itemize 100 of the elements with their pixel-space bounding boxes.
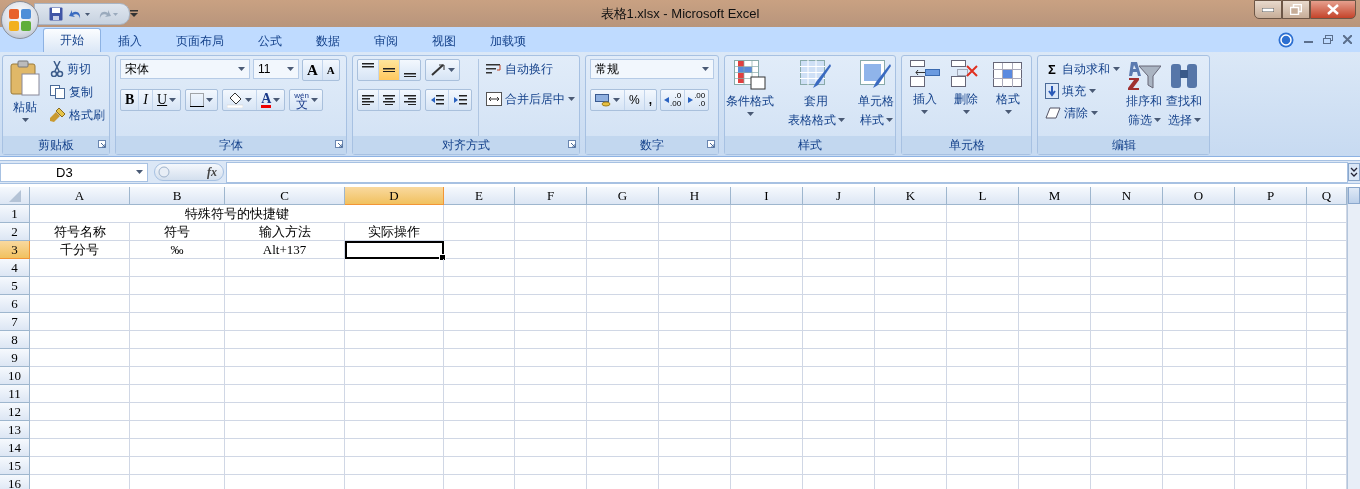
column-header[interactable]: D (345, 187, 444, 205)
dialog-launcher-icon[interactable] (707, 140, 715, 148)
font-size-dropdown[interactable]: 11 (253, 59, 299, 79)
clipboard-command[interactable]: 剪切 (47, 59, 108, 79)
dialog-launcher-icon[interactable] (335, 140, 343, 148)
ribbon-tab[interactable]: 审阅 (357, 30, 415, 52)
column-header[interactable]: O (1163, 187, 1235, 205)
scissors-icon (50, 61, 64, 77)
column-header[interactable]: C (225, 187, 345, 205)
expand-formula-bar-icon[interactable] (1348, 163, 1360, 181)
editing-button[interactable]: 查找和 选择 (1165, 59, 1203, 136)
ribbon-tab[interactable]: 插入 (101, 30, 159, 52)
row-header[interactable]: 11 (0, 385, 30, 403)
dropdown-caret-icon (287, 67, 294, 71)
merge-center-button[interactable]: 合并后居中 (483, 89, 578, 109)
editing-command[interactable]: 填充 (1042, 81, 1123, 101)
styles-button[interactable]: 条件格式 (726, 59, 774, 136)
editing-button[interactable]: 排序和 筛选 (1125, 59, 1163, 136)
restore-button[interactable] (1282, 0, 1310, 19)
row-header[interactable]: 2 (0, 223, 30, 241)
column-header[interactable]: M (1019, 187, 1091, 205)
shrink-font-button[interactable]: A (322, 60, 339, 80)
comma-style-button[interactable]: , (644, 90, 656, 110)
column-header[interactable]: G (587, 187, 659, 205)
row-header[interactable]: 8 (0, 331, 30, 349)
cells-button[interactable]: 插入 (906, 59, 943, 136)
number-format-dropdown[interactable]: 常规 (590, 59, 714, 79)
column-header[interactable]: N (1091, 187, 1163, 205)
close-icon[interactable] (1343, 35, 1352, 44)
editing-command[interactable]: 清除 (1042, 103, 1123, 123)
customize-toolbar-icon[interactable] (130, 9, 138, 18)
column-header[interactable]: B (130, 187, 225, 205)
column-header[interactable]: E (444, 187, 515, 205)
phonetic-button[interactable]: wén 文 (290, 90, 322, 110)
minimize-button[interactable] (1254, 0, 1282, 19)
restore-icon[interactable] (1323, 35, 1333, 44)
row-header[interactable]: 10 (0, 367, 30, 385)
title-cell: 特殊符号的快捷键 (30, 205, 444, 223)
font-name-dropdown[interactable]: 宋体 (120, 59, 250, 79)
row-header[interactable]: 6 (0, 295, 30, 313)
column-header[interactable]: J (803, 187, 875, 205)
column-header[interactable]: H (659, 187, 731, 205)
italic-button[interactable]: I (139, 90, 153, 110)
clipboard-command[interactable]: 格式刷 (47, 105, 108, 125)
column-header[interactable]: A (30, 187, 130, 205)
ribbon-tab[interactable]: 数据 (299, 30, 357, 52)
select-all-icon (8, 189, 21, 202)
column-header[interactable]: P (1235, 187, 1307, 205)
table-brush-icon (800, 60, 832, 90)
grow-font-button[interactable]: A (303, 60, 323, 80)
ribbon-tab[interactable]: 加载项 (473, 30, 543, 52)
vertical-scrollbar[interactable] (1347, 187, 1360, 489)
decrease-decimal-button[interactable]: .00 .0 (685, 90, 709, 110)
increase-decimal-button[interactable]: .0 .00 (661, 90, 686, 110)
percent-button[interactable]: % (625, 90, 645, 110)
column-header[interactable]: Q (1307, 187, 1347, 205)
bold-button[interactable]: B (121, 90, 140, 110)
row-header[interactable]: 3 (0, 241, 30, 259)
column-header[interactable]: K (875, 187, 947, 205)
left-arrow-icon (664, 97, 669, 103)
column-header[interactable]: I (731, 187, 803, 205)
dialog-launcher-icon[interactable] (568, 140, 576, 148)
vertical-align-button[interactable] (379, 60, 400, 80)
row-header[interactable]: 16 (0, 475, 30, 489)
row-header[interactable]: 12 (0, 403, 30, 421)
wrap-text-button[interactable]: 自动换行 (483, 59, 578, 79)
clipboard-command[interactable]: 复制 (47, 82, 108, 102)
column-header[interactable]: L (947, 187, 1019, 205)
restore-icon (1290, 4, 1302, 15)
column-header[interactable]: F (515, 187, 587, 205)
cells-button[interactable]: 删除 (948, 59, 985, 136)
close-button[interactable] (1310, 0, 1356, 19)
dropdown-caret-icon (568, 97, 575, 101)
ribbon-tab[interactable]: 页面布局 (159, 30, 241, 52)
save-icon[interactable] (49, 6, 63, 21)
row-header[interactable]: 5 (0, 277, 30, 295)
ribbon-tab[interactable]: 视图 (415, 30, 473, 52)
styles-button[interactable]: 套用 表格格式 (787, 59, 845, 136)
row-header[interactable]: 9 (0, 349, 30, 367)
dialog-launcher-icon[interactable] (98, 140, 106, 148)
ribbon-tab[interactable]: 公式 (241, 30, 299, 52)
group-label: 样式 (798, 136, 822, 154)
name-box[interactable]: D3 (0, 162, 148, 182)
help-icon[interactable] (1278, 31, 1294, 48)
table-cell: Alt+137 (225, 241, 345, 259)
row-header[interactable]: 1 (0, 205, 30, 223)
paste-button[interactable]: 粘贴 (7, 59, 43, 136)
formula-field[interactable] (226, 161, 1348, 183)
insert-function-button[interactable]: fx (207, 164, 217, 180)
row-header[interactable]: 15 (0, 457, 30, 475)
underline-button[interactable]: U (153, 90, 181, 110)
cells-button[interactable]: 格式 (990, 59, 1027, 136)
active-cell[interactable] (345, 241, 444, 259)
ribbon-tab[interactable]: 开始 (43, 28, 101, 52)
row-header[interactable]: 14 (0, 439, 30, 457)
row-header[interactable]: 4 (0, 259, 30, 277)
editing-command[interactable]: Σ 自动求和 (1042, 59, 1123, 79)
row-header[interactable]: 13 (0, 421, 30, 439)
styles-button[interactable]: 单元格 样式 (858, 59, 894, 136)
row-header[interactable]: 7 (0, 313, 30, 331)
